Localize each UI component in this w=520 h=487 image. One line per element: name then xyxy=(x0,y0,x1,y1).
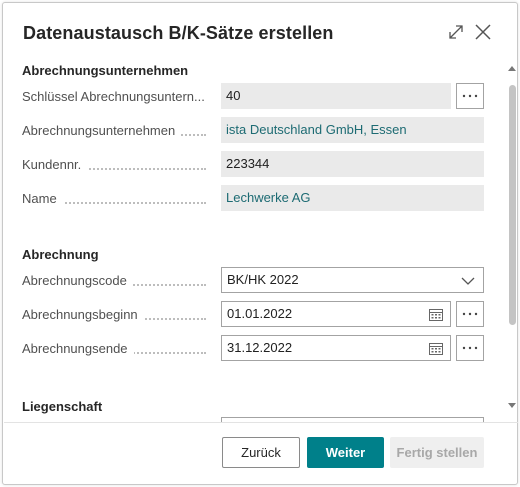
field-label-company-key: Schlüssel Abrechnungsuntern... xyxy=(22,89,212,109)
customer-no-value: 223344 xyxy=(221,151,484,177)
company-key-lookup-button[interactable] xyxy=(456,83,484,109)
more-icon xyxy=(462,94,478,98)
section-title-company: Abrechnungsunternehmen xyxy=(22,63,189,78)
billing-end-more-button[interactable] xyxy=(456,335,484,361)
scroll-down-arrow-icon[interactable] xyxy=(508,403,516,409)
section-title-billing: Abrechnung xyxy=(22,247,99,262)
section-title-property: Liegenschaft xyxy=(22,399,103,414)
expand-icon[interactable] xyxy=(447,23,465,41)
scroll-up-arrow-icon[interactable] xyxy=(508,65,516,71)
chevron-down-icon xyxy=(461,277,475,285)
field-label-billing-start: Abrechnungsbeginn xyxy=(22,307,212,327)
billing-code-select[interactable]: BK/HK 2022 xyxy=(221,267,484,293)
company-name-value[interactable]: ista Deutschland GmbH, Essen xyxy=(221,117,484,143)
more-icon xyxy=(462,346,478,350)
back-button[interactable]: Zurück xyxy=(222,437,300,468)
dialog-title: Datenaustausch B/K-Sätze erstellen xyxy=(23,23,334,43)
field-label-customer-no: Kundennr. xyxy=(22,157,212,177)
scrollbar[interactable] xyxy=(506,65,518,415)
customer-name-value[interactable]: Lechwerke AG xyxy=(221,185,484,211)
dialog-content: Abrechnungsunternehmen Schlüssel Abrechn… xyxy=(3,55,503,423)
more-icon xyxy=(462,312,478,316)
billing-start-value: 01.01.2022 xyxy=(227,306,293,321)
calendar-icon[interactable] xyxy=(429,342,443,355)
field-label-company: Abrechnungsunternehmen xyxy=(22,123,212,143)
field-label-name: Name xyxy=(22,191,212,211)
field-label-billing-end: Abrechnungsende xyxy=(22,341,212,361)
company-key-input[interactable]: 40 xyxy=(221,83,451,109)
next-button[interactable]: Weiter xyxy=(307,437,384,468)
dialog: Datenaustausch B/K-Sätze erstellen Abrec… xyxy=(2,2,518,485)
billing-start-input[interactable]: 01.01.2022 xyxy=(221,301,451,327)
scroll-thumb[interactable] xyxy=(509,85,516,325)
calendar-icon[interactable] xyxy=(429,308,443,321)
close-icon[interactable] xyxy=(474,23,492,41)
billing-code-value: BK/HK 2022 xyxy=(227,272,299,287)
billing-start-more-button[interactable] xyxy=(456,301,484,327)
footer-divider xyxy=(4,422,518,423)
field-label-billing-code: Abrechnungscode xyxy=(22,273,212,293)
finish-button: Fertig stellen xyxy=(390,437,484,468)
billing-end-value: 31.12.2022 xyxy=(227,340,293,355)
billing-end-input[interactable]: 31.12.2022 xyxy=(221,335,451,361)
